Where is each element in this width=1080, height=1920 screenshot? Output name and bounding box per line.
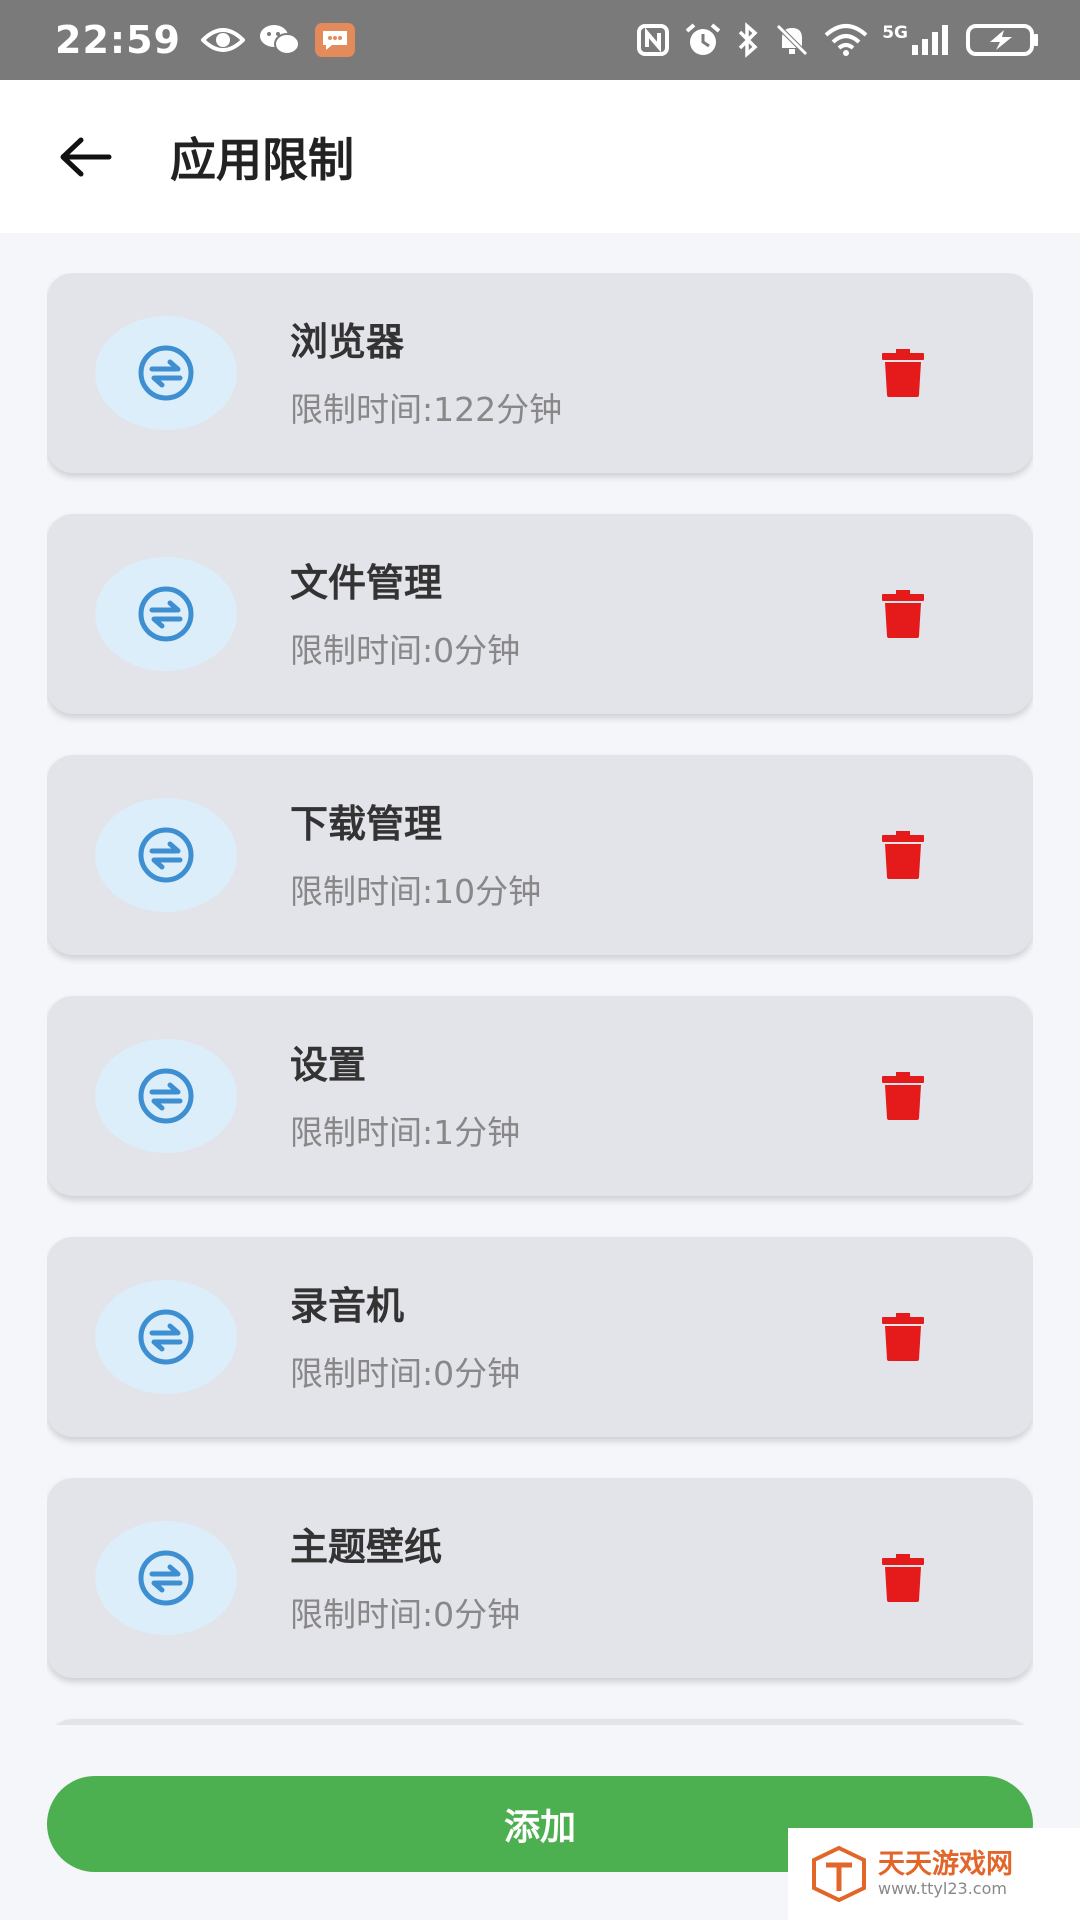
message-app-icon — [314, 23, 355, 57]
app-icon — [95, 557, 237, 671]
swap-arrows-icon — [138, 1068, 194, 1124]
watermark-text: 天天游戏网 www.ttyl23.com — [878, 1850, 1013, 1897]
app-card[interactable]: 文件管理 限制时间:0分钟 — [47, 514, 1033, 714]
app-name: 下载管理 — [290, 802, 443, 846]
app-limit-time: 限制时间:0分钟 — [290, 1595, 521, 1634]
app-icon — [95, 1280, 237, 1394]
status-bar: 22:59 5G — [0, 0, 1080, 80]
trash-icon — [882, 590, 924, 638]
app-name: 浏览器 — [290, 320, 405, 364]
swap-arrows-icon — [138, 827, 194, 883]
swap-arrows-icon — [138, 1550, 194, 1606]
wifi-icon — [824, 23, 868, 57]
network-type-label: 5G — [882, 22, 908, 43]
app-name: 主题壁纸 — [290, 1525, 443, 1569]
app-icon — [95, 316, 237, 430]
back-button[interactable] — [35, 107, 135, 207]
nfc-icon — [636, 23, 670, 57]
app-name: 录音机 — [290, 1284, 405, 1328]
eye-icon — [200, 25, 245, 55]
trash-icon — [882, 1313, 924, 1361]
app-limit-time: 限制时间:10分钟 — [290, 872, 542, 911]
watermark-url: www.ttyl23.com — [878, 1879, 1007, 1899]
app-card[interactable]: 浏览器 限制时间:122分钟 — [47, 273, 1033, 473]
delete-button[interactable] — [873, 1307, 933, 1367]
swap-arrows-icon — [138, 345, 194, 401]
alarm-icon — [684, 22, 722, 58]
app-card[interactable]: 设置 限制时间:1分钟 — [47, 996, 1033, 1196]
delete-button[interactable] — [873, 1548, 933, 1608]
app-limit-time: 限制时间:122分钟 — [290, 390, 563, 429]
status-time: 22:59 — [55, 18, 181, 62]
app-bar: 应用限制 — [0, 80, 1080, 233]
status-right: 5G — [636, 22, 1040, 58]
battery-charging-icon — [966, 23, 1040, 57]
app-icon — [95, 1039, 237, 1153]
mute-bell-icon — [774, 22, 810, 58]
delete-button[interactable] — [873, 343, 933, 403]
trash-icon — [882, 831, 924, 879]
app-icon — [95, 798, 237, 912]
swap-arrows-icon — [138, 586, 194, 642]
trash-icon — [882, 349, 924, 397]
app-limit-time: 限制时间:1分钟 — [290, 1113, 521, 1152]
trash-icon — [882, 1554, 924, 1602]
bluetooth-icon — [736, 22, 760, 58]
delete-button[interactable] — [873, 584, 933, 644]
app-limit-list[interactable]: 浏览器 限制时间:122分钟 文件管理 限制时间:0分钟 下载管理 限制时间:1… — [47, 273, 1033, 1725]
trash-icon — [882, 1072, 924, 1120]
watermark-title: 天天游戏网 — [878, 1849, 1013, 1881]
status-left: 22:59 — [55, 18, 355, 62]
wechat-icon — [259, 23, 301, 57]
app-limit-time: 限制时间:0分钟 — [290, 631, 521, 670]
page-title: 应用限制 — [170, 132, 354, 187]
app-limit-time: 限制时间:0分钟 — [290, 1354, 521, 1393]
app-name: 文件管理 — [290, 561, 443, 605]
swap-arrows-icon — [138, 1309, 194, 1365]
delete-button[interactable] — [873, 1066, 933, 1126]
app-card[interactable]: 主题壁纸 限制时间:0分钟 — [47, 1478, 1033, 1678]
app-card-partial[interactable] — [47, 1719, 1033, 1725]
watermark: 天天游戏网 www.ttyl23.com — [788, 1828, 1080, 1920]
app-icon — [95, 1521, 237, 1635]
app-card[interactable]: 下载管理 限制时间:10分钟 — [47, 755, 1033, 955]
app-name: 设置 — [290, 1043, 367, 1087]
arrow-left-icon — [60, 137, 112, 176]
watermark-logo-icon — [812, 1845, 866, 1903]
app-card[interactable]: 录音机 限制时间:0分钟 — [47, 1237, 1033, 1437]
delete-button[interactable] — [873, 825, 933, 885]
signal-icon — [910, 23, 952, 57]
